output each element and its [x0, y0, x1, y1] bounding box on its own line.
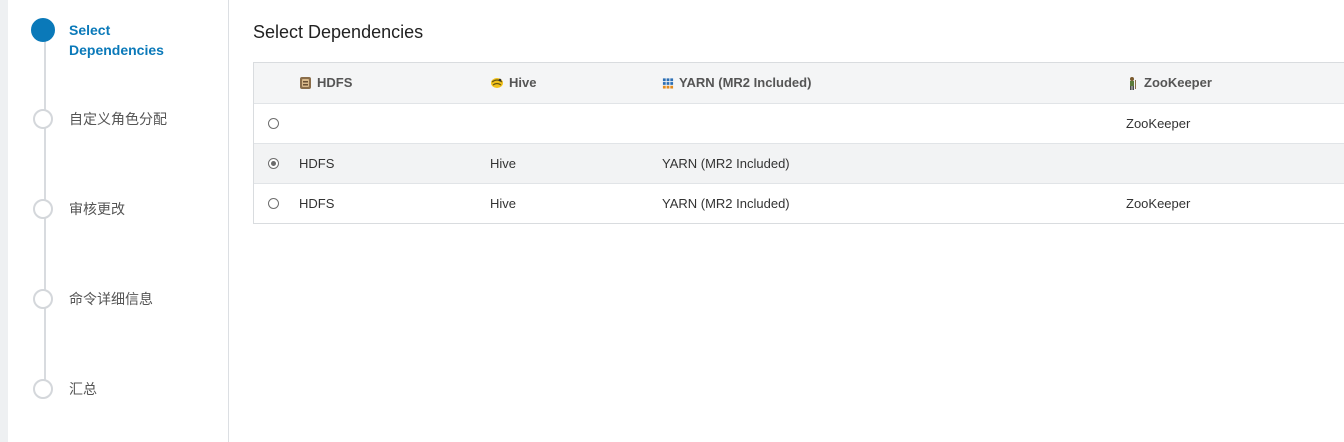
cell-hive: Hive [490, 196, 517, 211]
row-radio-cell[interactable] [268, 104, 279, 144]
left-edge-strip [0, 0, 8, 442]
step-label: 汇总 [69, 381, 97, 397]
step-indicator [33, 379, 53, 399]
cell-yarn: YARN (MR2 Included) [662, 156, 790, 171]
cell-zookeeper: ZooKeeper [1126, 196, 1191, 211]
cell-yarn: YARN (MR2 Included) [662, 196, 790, 211]
row-radio-button-selected[interactable] [268, 158, 279, 170]
header-yarn: YARN (MR2 Included) [662, 63, 811, 103]
row-radio-cell[interactable] [268, 184, 279, 224]
header-zookeeper: ZooKeeper [1126, 63, 1212, 103]
cell-hdfs: HDFS [299, 156, 335, 171]
dependencies-table: HDFS Hive YARN (MR2 Included) ZooKeeper … [253, 62, 1344, 224]
main-content: Select Dependencies HDFS Hive YARN (MR2 … [253, 0, 1344, 442]
header-hdfs-label: HDFS [317, 75, 353, 90]
hive-icon [491, 77, 503, 88]
table-row[interactable]: HDFS Hive YARN (MR2 Included) [254, 143, 1344, 183]
step-label: 命令详细信息 [69, 291, 153, 307]
header-hive-label: Hive [509, 75, 537, 90]
step-indicator [33, 289, 53, 309]
cell-zookeeper: ZooKeeper [1126, 116, 1191, 131]
header-yarn-label: YARN (MR2 Included) [679, 75, 812, 90]
header-hdfs: HDFS [299, 63, 352, 103]
hdfs-icon [300, 76, 311, 89]
step-indicator [33, 199, 53, 219]
yarn-icon [662, 77, 674, 89]
step-label: 自定义角色分配 [69, 111, 167, 127]
cell-hdfs: HDFS [299, 196, 335, 211]
step-label: Select Dependencies [69, 22, 164, 58]
table-row[interactable]: ZooKeeper [254, 103, 1344, 143]
header-zookeeper-label: ZooKeeper [1144, 75, 1212, 90]
row-radio-button[interactable] [268, 118, 279, 130]
cell-hive: Hive [490, 156, 517, 171]
step-indicator-active [31, 18, 55, 42]
table-row[interactable]: HDFS Hive YARN (MR2 Included) ZooKeeper [254, 183, 1344, 223]
table-header-row: HDFS Hive YARN (MR2 Included) ZooKeeper [254, 63, 1344, 103]
step-indicator [33, 109, 53, 129]
zookeeper-icon [1130, 76, 1136, 90]
page-title: Select Dependencies [253, 22, 424, 42]
row-radio-button[interactable] [268, 198, 279, 210]
header-hive: Hive [490, 63, 536, 103]
step-label: 审核更改 [69, 201, 125, 217]
wizard-steps: Select Dependencies 自定义角色分配 审核更改 命令详细信息 … [8, 0, 229, 442]
row-radio-cell[interactable] [268, 144, 279, 184]
